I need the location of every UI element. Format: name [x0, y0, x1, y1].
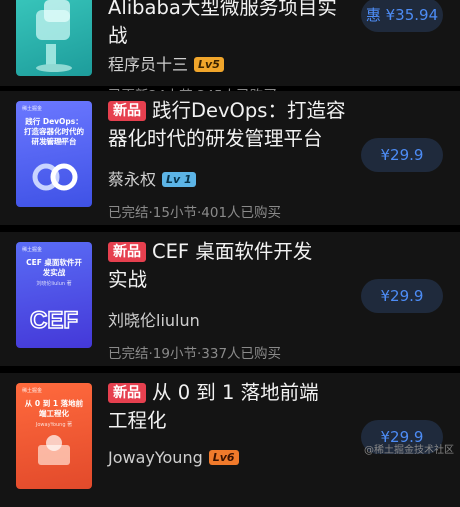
- cover-brand-logo: 稀土掘金: [22, 247, 43, 253]
- watermark: @稀土掘金技术社区: [364, 445, 454, 456]
- course-title-line1: 践行DevOps：打造容: [152, 99, 346, 122]
- course-title-line2: 器化时代的研发管理平台: [108, 127, 323, 150]
- course-title: Alibaba大型微服务项目实 战: [108, 0, 348, 50]
- course-title-line1: 从 0 到 1 落地前端: [152, 381, 319, 404]
- course-cover: 稀土掘金 CEF 桌面软件开发实战 刘晓伦liulun 著 CEF: [16, 242, 92, 348]
- course-card[interactable]: 稀土掘金 从 0 到 1 落地前端工程化 JowayYoung 著 新品从 0 …: [0, 373, 460, 507]
- price-button[interactable]: 惠 ¥35.94: [361, 0, 443, 32]
- new-badge: 新品: [108, 383, 146, 403]
- course-title-line1: Alibaba大型微服务项目实: [108, 0, 337, 19]
- course-card[interactable]: Alibaba大型微服务项目实 战 程序员十三Lv5 已更新24小节·245人已…: [0, 0, 460, 104]
- course-meta: 已完结·19小节·337人已购买: [108, 346, 282, 362]
- course-author: JowayYoung Lv6: [108, 448, 239, 467]
- author-name: 程序员十三: [108, 55, 189, 74]
- author-name: 蔡永权: [108, 170, 157, 189]
- course-author: 刘晓伦liulun: [108, 307, 200, 331]
- new-badge: 新品: [108, 101, 146, 121]
- author-level-badge: Lv 1: [162, 172, 196, 187]
- cover-author: 刘晓伦liulun 著: [36, 281, 72, 287]
- author-level-badge: Lv5: [194, 57, 224, 72]
- microservice-illustration: [36, 0, 72, 72]
- course-cover: [16, 0, 92, 76]
- author-name: JowayYoung: [108, 448, 203, 467]
- course-cover: 稀土掘金 从 0 到 1 落地前端工程化 JowayYoung 著: [16, 383, 92, 489]
- author-level-badge: Lv6: [208, 450, 239, 465]
- new-badge: 新品: [108, 242, 146, 262]
- course-title-line1: CEF 桌面软件开发: [152, 240, 313, 263]
- cover-title: CEF 桌面软件开发实战: [26, 258, 82, 277]
- cover-brand-logo: 稀土掘金: [22, 106, 43, 112]
- cover-title: 从 0 到 1 落地前端工程化: [24, 399, 84, 418]
- author-name: 刘晓伦liulun: [108, 311, 200, 330]
- course-title-line2: 实战: [108, 268, 148, 291]
- course-card[interactable]: 稀土掘金 践行 DevOps：打造容器化时代的研发管理平台 蔡永权 著 新品 践行…: [0, 91, 460, 225]
- svg-text:CEF: CEF: [30, 307, 78, 334]
- price-button[interactable]: ¥29.9: [361, 279, 443, 313]
- cover-author: 蔡永权 著: [43, 140, 65, 146]
- course-author: 程序员十三 Lv5: [108, 51, 224, 75]
- cover-brand-logo: 稀土掘金: [22, 388, 43, 394]
- course-meta: 已完结·15小节·401人已购买: [108, 205, 282, 221]
- course-title: 新品 践行DevOps：打造容 器化时代的研发管理平台: [108, 97, 348, 153]
- course-author: 蔡永权 Lv 1: [108, 166, 196, 190]
- course-card[interactable]: 稀土掘金 CEF 桌面软件开发实战 刘晓伦liulun 著 CEF 新品 CEF …: [0, 232, 460, 366]
- course-title-line2: 工程化: [108, 409, 167, 432]
- course-title-line2: 战: [108, 24, 128, 47]
- course-title: 新品 CEF 桌面软件开发 实战: [108, 238, 348, 294]
- cover-author: JowayYoung 著: [35, 422, 73, 428]
- price-button[interactable]: ¥29.9: [361, 138, 443, 172]
- course-title: 新品从 0 到 1 落地前端 工程化: [108, 379, 348, 435]
- course-cover: 稀土掘金 践行 DevOps：打造容器化时代的研发管理平台 蔡永权 著: [16, 101, 92, 207]
